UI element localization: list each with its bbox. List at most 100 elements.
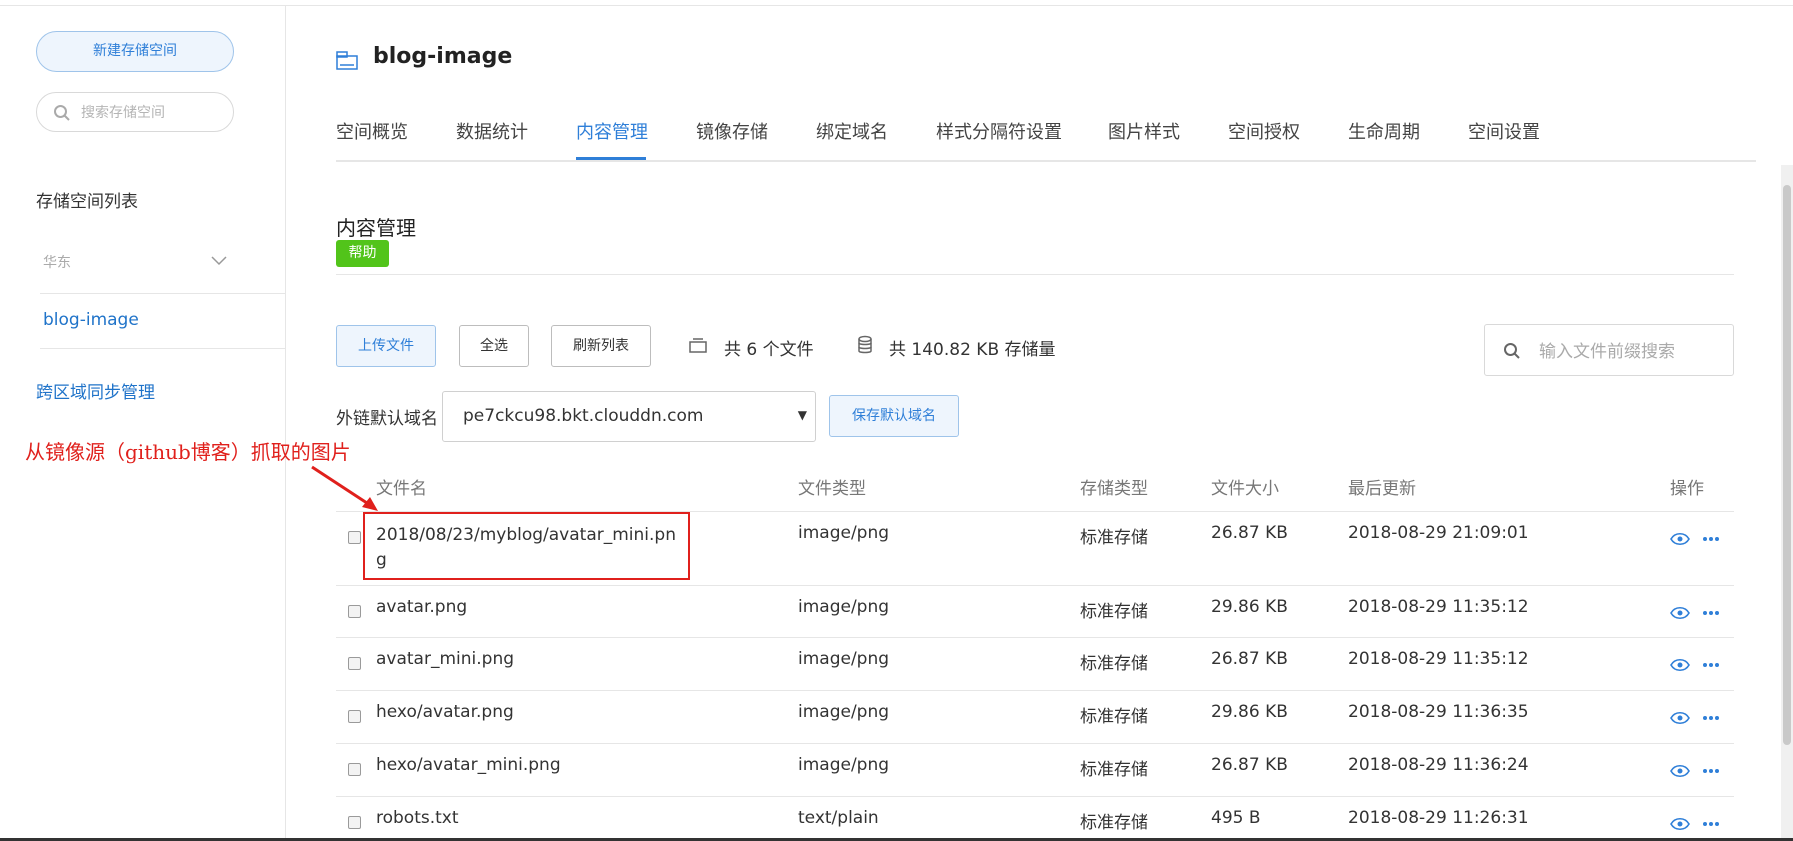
file-size: 26.87 KB xyxy=(1211,649,1288,669)
tab-space-settings[interactable]: 空间设置 xyxy=(1468,118,1540,144)
file-name[interactable]: robots.txt xyxy=(376,808,459,828)
file-size: 26.87 KB xyxy=(1211,523,1288,543)
row-checkbox[interactable] xyxy=(348,816,361,829)
region-label[interactable]: 华东 xyxy=(43,252,71,272)
file-name[interactable]: avatar.png xyxy=(376,597,467,617)
tab-content-management[interactable]: 内容管理 xyxy=(576,118,648,144)
file-name[interactable]: hexo/avatar.png xyxy=(376,702,514,722)
header-actions: 操作 xyxy=(1670,479,1704,499)
row-checkbox[interactable] xyxy=(348,605,361,618)
file-name[interactable]: hexo/avatar_mini.png xyxy=(376,755,561,775)
row-checkbox[interactable] xyxy=(348,657,361,670)
table-row[interactable]: robots.txt text/plain 标准存储 495 B 2018-08… xyxy=(336,796,1734,840)
last-updated: 2018-08-29 11:35:12 xyxy=(1348,649,1529,669)
sidebar-item-blog-image[interactable]: blog-image xyxy=(43,310,139,330)
file-size: 29.86 KB xyxy=(1211,597,1288,617)
database-icon xyxy=(858,335,872,354)
caret-down-icon: ▼ xyxy=(797,408,807,422)
page-title: blog-image xyxy=(373,44,513,69)
tab-bind-domain[interactable]: 绑定域名 xyxy=(816,118,888,144)
more-icon[interactable] xyxy=(1702,821,1720,827)
last-updated: 2018-08-29 21:09:01 xyxy=(1348,523,1529,543)
more-icon[interactable] xyxy=(1702,715,1720,721)
table-row[interactable]: avatar.png image/png 标准存储 29.86 KB 2018-… xyxy=(336,585,1734,638)
new-bucket-button[interactable]: 新建存储空间 xyxy=(36,31,234,72)
file-count: 共 6 个文件 xyxy=(724,340,814,360)
tab-lifecycle[interactable]: 生命周期 xyxy=(1348,118,1420,144)
file-type: image/png xyxy=(798,755,890,775)
file-name[interactable]: avatar_mini.png xyxy=(376,649,514,669)
table-header: 文件名 文件类型 存储类型 文件大小 最后更新 操作 xyxy=(336,465,1734,512)
eye-icon[interactable] xyxy=(1670,658,1690,672)
file-type: image/png xyxy=(798,523,890,543)
table-row[interactable]: avatar_mini.png image/png 标准存储 26.87 KB … xyxy=(336,637,1734,691)
chevron-down-icon[interactable] xyxy=(210,255,228,267)
table-row[interactable]: hexo/avatar.png image/png 标准存储 29.86 KB … xyxy=(336,690,1734,744)
last-updated: 2018-08-29 11:26:31 xyxy=(1348,808,1529,828)
scrollbar-thumb[interactable] xyxy=(1783,185,1791,745)
tab-space-authorization[interactable]: 空间授权 xyxy=(1228,118,1300,144)
file-type: image/png xyxy=(798,649,890,669)
default-domain-select[interactable]: pe7ckcu98.bkt.clouddn.com ▼ xyxy=(442,391,816,442)
file-size: 495 B xyxy=(1211,808,1261,828)
tab-bar: 空间概览 数据统计 内容管理 镜像存储 绑定域名 样式分隔符设置 图片样式 空间… xyxy=(336,112,1756,162)
storage-total: 共 140.82 KB 存储量 xyxy=(889,340,1056,360)
file-type: image/png xyxy=(798,702,890,722)
eye-icon[interactable] xyxy=(1670,817,1690,831)
more-icon[interactable] xyxy=(1702,662,1720,668)
eye-icon[interactable] xyxy=(1670,764,1690,778)
last-updated: 2018-08-29 11:36:24 xyxy=(1348,755,1529,775)
divider xyxy=(40,348,285,349)
file-size: 29.86 KB xyxy=(1211,702,1288,722)
header-file-size: 文件大小 xyxy=(1211,479,1279,499)
eye-icon[interactable] xyxy=(1670,711,1690,725)
tab-mirror-storage[interactable]: 镜像存储 xyxy=(696,118,768,144)
more-icon[interactable] xyxy=(1702,768,1720,774)
cross-region-sync-link[interactable]: 跨区域同步管理 xyxy=(36,378,155,403)
header-filename: 文件名 xyxy=(376,479,427,499)
bucket-search-input[interactable] xyxy=(79,101,223,125)
table-row[interactable]: hexo/avatar_mini.png image/png 标准存储 26.8… xyxy=(336,743,1734,797)
tab-overview[interactable]: 空间概览 xyxy=(336,118,408,144)
last-updated: 2018-08-29 11:35:12 xyxy=(1348,597,1529,617)
row-checkbox[interactable] xyxy=(348,710,361,723)
annotation-highlight-box xyxy=(363,512,690,580)
search-icon xyxy=(54,105,70,121)
eye-icon[interactable] xyxy=(1670,532,1690,546)
tab-statistics[interactable]: 数据统计 xyxy=(456,118,528,144)
last-updated: 2018-08-29 11:36:35 xyxy=(1348,702,1529,722)
storage-type: 标准存储 xyxy=(1080,528,1148,548)
more-icon[interactable] xyxy=(1702,610,1720,616)
help-badge[interactable]: 帮助 xyxy=(336,240,389,267)
tab-image-style[interactable]: 图片样式 xyxy=(1108,118,1180,144)
file-prefix-search-input[interactable] xyxy=(1537,339,1721,365)
save-default-domain-button[interactable]: 保存默认域名 xyxy=(829,395,959,437)
file-size: 26.87 KB xyxy=(1211,755,1288,775)
section-title: 内容管理 xyxy=(336,216,416,240)
header-last-updated: 最后更新 xyxy=(1348,479,1416,499)
divider xyxy=(40,293,285,294)
file-type: text/plain xyxy=(798,808,879,828)
header-filetype: 文件类型 xyxy=(798,479,866,499)
eye-icon[interactable] xyxy=(1670,606,1690,620)
bucket-list-title: 存储空间列表 xyxy=(36,192,138,212)
row-checkbox[interactable] xyxy=(348,531,361,544)
storage-type: 标准存储 xyxy=(1080,760,1148,780)
select-all-button[interactable]: 全选 xyxy=(459,325,529,367)
refresh-list-button[interactable]: 刷新列表 xyxy=(551,325,651,367)
row-checkbox[interactable] xyxy=(348,763,361,776)
divider xyxy=(336,274,1734,275)
tab-style-separator[interactable]: 样式分隔符设置 xyxy=(936,118,1062,144)
storage-type: 标准存储 xyxy=(1080,813,1148,833)
active-tab-indicator xyxy=(576,157,646,160)
file-search-box xyxy=(1484,324,1734,376)
storage-type: 标准存储 xyxy=(1080,602,1148,622)
file-type: image/png xyxy=(798,597,890,617)
upload-button[interactable]: 上传文件 xyxy=(336,325,436,367)
bucket-search-box xyxy=(36,92,234,132)
search-icon xyxy=(1504,343,1520,359)
storage-type: 标准存储 xyxy=(1080,707,1148,727)
bucket-icon xyxy=(336,51,358,70)
header-storage-type: 存储类型 xyxy=(1080,479,1148,499)
more-icon[interactable] xyxy=(1702,536,1720,542)
